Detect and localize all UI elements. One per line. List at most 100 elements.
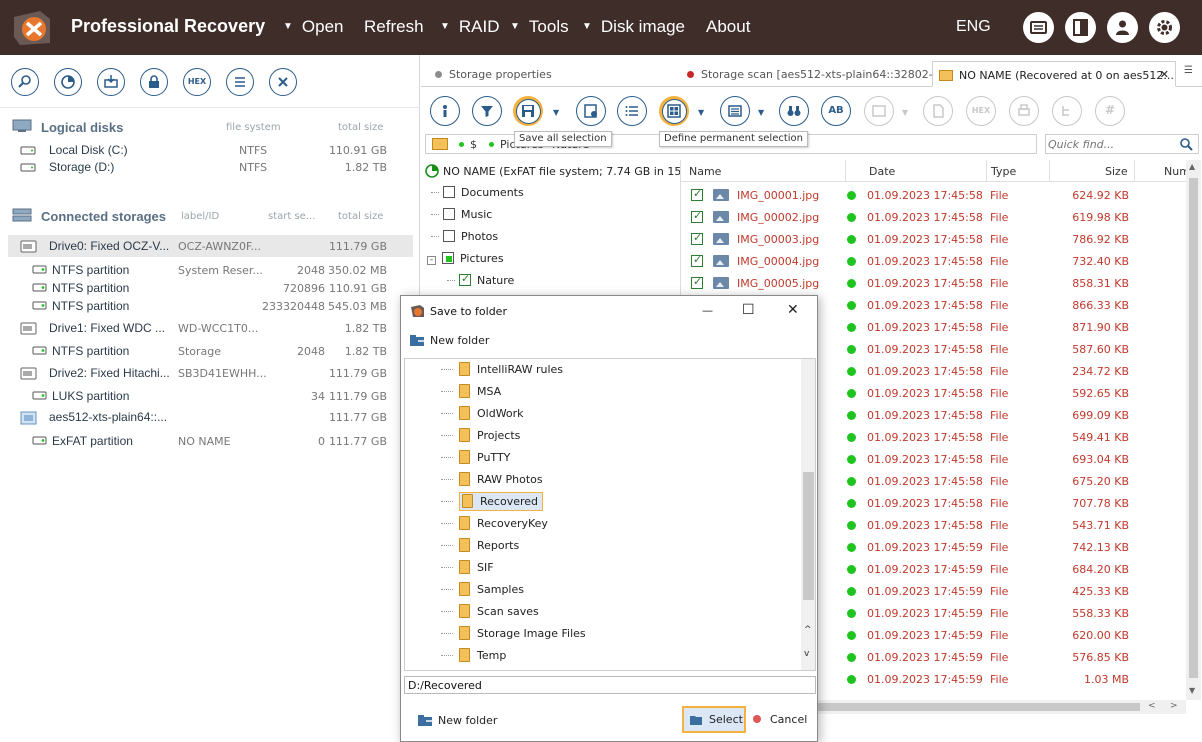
maximize-icon[interactable]: ☐ — [742, 302, 755, 318]
binoculars-icon[interactable] — [779, 96, 809, 126]
file-checkbox[interactable] — [691, 275, 703, 289]
file-row[interactable]: IMG_00003.jpg 01.09.2023 17:45:58 File 786.… — [681, 228, 1186, 250]
folder-row[interactable]: MSA — [441, 384, 501, 406]
tree-checkbox[interactable] — [443, 208, 455, 220]
col-name[interactable]: Name — [689, 165, 721, 178]
save-button[interactable] — [513, 96, 543, 126]
logical-disk-row[interactable]: Local Disk (C:) NTFS 110.91 GB — [8, 142, 413, 159]
file-row[interactable]: IMG_00002.jpg 01.09.2023 17:45:58 File 619.… — [681, 206, 1186, 228]
folder-row[interactable]: RAW Photos — [441, 472, 543, 494]
folder-row[interactable]: Reports — [441, 538, 519, 560]
tree-root[interactable]: NO NAME (ExFAT file system; 7.74 GB in 1… — [425, 164, 716, 184]
selection-list-button[interactable] — [617, 96, 647, 126]
case-button[interactable]: AB — [821, 96, 851, 126]
tree-item[interactable]: Documents — [431, 186, 524, 206]
folder-row[interactable]: OldWork — [441, 406, 524, 428]
select-button[interactable]: Select — [682, 706, 746, 733]
folder-row[interactable]: Temp — [441, 648, 506, 670]
menu-0[interactable]: ▼ Open — [283, 17, 344, 37]
tab-close-icon[interactable]: ✕ — [1160, 68, 1169, 81]
vertical-scrollbar[interactable]: ▲ ▼ — [1186, 160, 1201, 700]
minimize-icon[interactable]: — — [702, 304, 713, 317]
tab-no-name[interactable]: NO NAME (Recovered at 0 on aes512... ✕ — [932, 61, 1176, 87]
save-dropdown-icon[interactable]: ▼ — [553, 108, 559, 117]
folder-path-input[interactable] — [404, 676, 816, 694]
cancel-button[interactable]: Cancel — [753, 713, 807, 726]
tab-storage-properties[interactable]: Storage properties — [435, 61, 685, 87]
new-folder-button[interactable]: New folder — [409, 334, 489, 347]
collapse-icon[interactable]: - — [427, 256, 436, 265]
hex-button[interactable]: HEX — [183, 68, 211, 96]
partition-row[interactable]: LUKS partition 34 111.79 GB — [8, 385, 413, 407]
user-icon[interactable] — [1107, 12, 1138, 43]
col-num[interactable]: Num — [1164, 165, 1186, 178]
storage-device-row[interactable]: Drive2: Fixed Hitachi... SB3D41EWHH... 111… — [8, 362, 413, 384]
file-checkbox[interactable] — [691, 187, 703, 201]
create-image-button[interactable] — [97, 68, 125, 96]
file-checkbox[interactable] — [691, 253, 703, 267]
file-row[interactable]: IMG_00001.jpg 01.09.2023 17:45:58 File 624.… — [681, 184, 1186, 206]
tree-checkbox[interactable] — [459, 272, 471, 286]
file-checkbox[interactable] — [691, 231, 703, 245]
lock-icon[interactable] — [140, 68, 168, 96]
scroll-thumb[interactable] — [1189, 178, 1198, 678]
col-date[interactable]: Date — [869, 165, 895, 178]
tree-item[interactable]: Photos — [431, 230, 498, 250]
folder-row[interactable]: Projects — [441, 428, 520, 450]
tabs-menu-icon[interactable]: ☰ — [1184, 65, 1193, 76]
dialog-scroll-thumb[interactable] — [803, 472, 814, 600]
folder-row[interactable]: Samples — [441, 582, 524, 604]
menu-3[interactable]: ▼ Tools — [510, 17, 569, 37]
dialog-close-icon[interactable]: ✕ — [787, 302, 799, 318]
folder-row[interactable]: PuTTY — [441, 450, 510, 472]
menu-5[interactable]: About — [706, 17, 750, 37]
folder-row[interactable]: Storage Image Files — [441, 626, 586, 648]
tree-item[interactable]: Music — [431, 208, 492, 228]
close-icon[interactable] — [269, 68, 297, 96]
tree-item[interactable]: - Pictures — [427, 252, 504, 272]
partition-row[interactable]: NTFS partition Storage 2048 1.82 TB — [8, 340, 413, 362]
file-checkbox[interactable] — [691, 209, 703, 223]
language-selector[interactable]: ENG — [956, 18, 991, 36]
define-dropdown-icon[interactable]: ▼ — [698, 108, 704, 117]
list-button[interactable] — [226, 68, 254, 96]
folder-row[interactable]: IntelliRAW rules — [441, 362, 563, 384]
log-icon[interactable] — [1023, 12, 1054, 43]
folder-row[interactable]: Scan saves — [441, 604, 539, 626]
col-size[interactable]: Size — [1105, 165, 1128, 178]
tab-storage-scan[interactable]: Storage scan [aes512-xts-plain64::32802-… — [687, 61, 943, 87]
tree-checkbox[interactable] — [443, 230, 455, 242]
define-selection-button[interactable] — [659, 96, 689, 126]
storage-device-row[interactable]: Drive1: Fixed WDC ... WD-WCC1T0... 1.82 TB — [8, 317, 413, 339]
folder-row[interactable]: RecoveryKey — [441, 516, 548, 538]
menu-1[interactable]: Refresh — [364, 17, 424, 37]
path-part-root[interactable]: $ — [470, 138, 477, 151]
dialog-scroll-up-icon[interactable]: ^ — [804, 625, 812, 635]
search-icon[interactable] — [1179, 137, 1194, 152]
partition-row[interactable]: NTFS partition 233320448 545.03 MB — [8, 295, 413, 317]
new-folder-button-bottom[interactable]: New folder — [417, 714, 497, 727]
dialog-scrollbar[interactable]: ^ v — [801, 359, 815, 670]
scroll-left-icon[interactable]: < — [1148, 701, 1156, 711]
save-settings-button[interactable] — [576, 96, 606, 126]
properties-button[interactable] — [430, 96, 460, 126]
storage-device-row[interactable]: aes512-xts-plain64::... 111.77 GB — [8, 406, 413, 428]
scroll-right-icon[interactable]: > — [1170, 701, 1178, 711]
folder-row[interactable]: Recovered — [441, 492, 544, 516]
file-row[interactable]: IMG_00005.jpg 01.09.2023 17:45:58 File 858.… — [681, 272, 1186, 294]
dialog-scroll-down-icon[interactable]: v — [804, 649, 809, 659]
folder-row[interactable]: SIF — [441, 560, 494, 582]
storage-device-row[interactable]: Drive0: Fixed OCZ-V... OCZ-AWNZ0F... 111.7… — [8, 235, 413, 257]
search-input[interactable] — [1048, 137, 1173, 151]
tree-item[interactable]: Nature — [447, 272, 514, 294]
menu-2[interactable]: ▼ RAID — [440, 17, 500, 37]
scroll-up-icon[interactable]: ▲ — [1189, 162, 1195, 171]
logical-disk-row[interactable]: Storage (D:) NTFS 1.82 TB — [8, 159, 413, 176]
gear-icon[interactable] — [1149, 12, 1180, 43]
view-mode-button[interactable] — [720, 96, 750, 126]
col-type[interactable]: Type — [991, 165, 1016, 178]
panel-toggle-icon[interactable] — [1065, 12, 1096, 43]
view-dropdown-icon[interactable]: ▼ — [758, 108, 764, 117]
filter-button[interactable] — [472, 96, 502, 126]
file-row[interactable]: IMG_00004.jpg 01.09.2023 17:45:58 File 732.… — [681, 250, 1186, 272]
